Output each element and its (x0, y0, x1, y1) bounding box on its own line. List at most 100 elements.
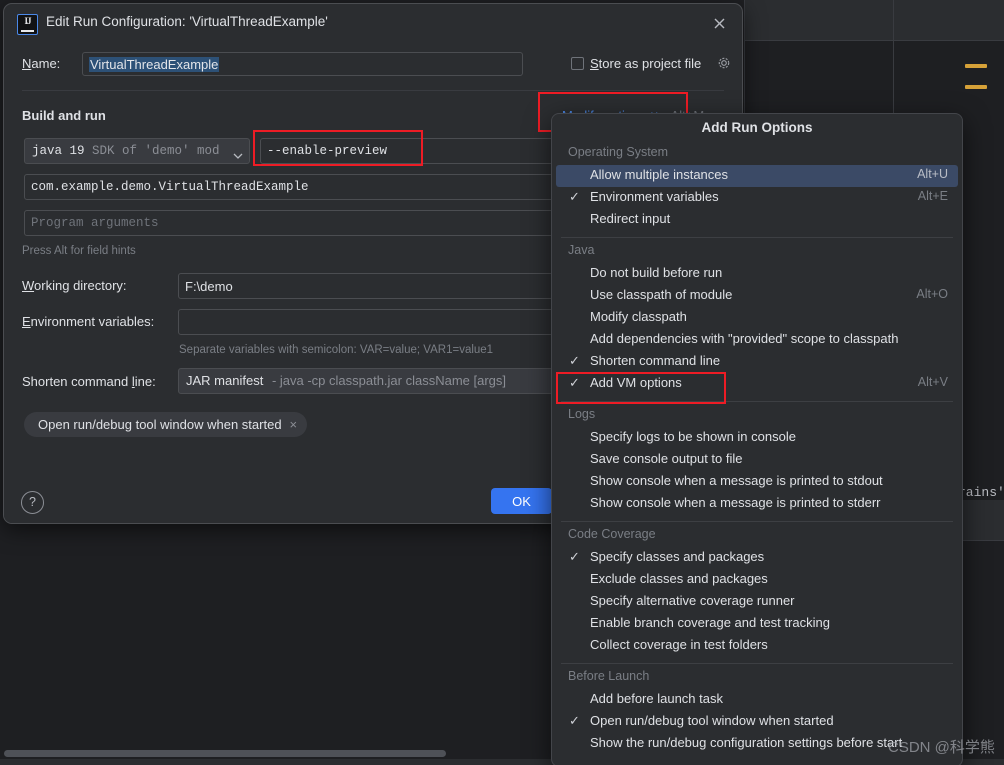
menu-item-specify-logs-to-be-shown-in-console[interactable]: Specify logs to be shown in console (556, 427, 958, 449)
jre-select-value: java 19 (32, 144, 85, 158)
menu-item-add-before-launch-task[interactable]: Add before launch task (556, 689, 958, 711)
add-run-options-popup: Add Run Options Operating System Allow mu… (551, 113, 963, 765)
build-and-run-heading: Build and run (22, 108, 106, 123)
menu-item-do-not-build-before-run[interactable]: Do not build before run (556, 263, 958, 285)
menu-item-label: Shorten command line (590, 353, 721, 368)
program-arguments-placeholder: Program arguments (31, 216, 159, 230)
menu-group-label: Before Launch (568, 669, 650, 683)
menu-item-label: Do not build before run (590, 265, 723, 280)
menu-group-label: Logs (568, 407, 596, 421)
menu-item-label: Save console output to file (590, 451, 743, 466)
check-icon: ✓ (569, 353, 580, 368)
close-icon[interactable]: × (290, 417, 298, 432)
check-icon: ✓ (569, 189, 580, 204)
gear-icon[interactable] (717, 56, 731, 70)
menu-item-modify-classpath[interactable]: Modify classpath (556, 307, 958, 329)
intellij-idea-logo-icon (17, 14, 38, 35)
menu-item-enable-branch-coverage-and-test-tracking[interactable]: Enable branch coverage and test tracking (556, 613, 958, 635)
menu-item-label: Show console when a message is printed t… (590, 473, 883, 488)
menu-item-environment-variables[interactable]: ✓ Environment variables Alt+E (556, 187, 958, 209)
menu-item-specify-classes-and-packages[interactable]: ✓ Specify classes and packages (556, 547, 958, 569)
alt-field-hint: Press Alt for field hints (22, 245, 136, 257)
menu-item-allow-multiple-instances[interactable]: Allow multiple instances Alt+U (556, 165, 958, 187)
menu-item-label: Add VM options (590, 375, 682, 390)
environment-variables-hint: Separate variables with semicolon: VAR=v… (179, 344, 494, 356)
menu-item-exclude-classes-and-packages[interactable]: Exclude classes and packages (556, 569, 958, 591)
menu-item-shortcut: Alt+O (916, 287, 948, 301)
menu-item-label: Redirect input (590, 211, 671, 226)
menu-item-save-console-output-to-file[interactable]: Save console output to file (556, 449, 958, 471)
menu-group-label: Java (568, 243, 595, 257)
ok-button[interactable]: OK (491, 488, 552, 514)
menu-item-label: Specify classes and packages (590, 549, 765, 564)
menu-item-label: Environment variables (590, 189, 719, 204)
menu-item-label: Show console when a message is printed t… (590, 495, 881, 510)
menu-item-label: Add dependencies with "provided" scope t… (590, 331, 899, 346)
form-divider (22, 90, 724, 91)
menu-item-label: Specify logs to be shown in console (590, 429, 796, 444)
menu-item-label: Use classpath of module (590, 287, 733, 302)
popup-divider (561, 663, 953, 664)
warning-marker-2 (965, 85, 987, 89)
main-class-value: com.example.demo.VirtualThreadExample (31, 180, 309, 194)
menu-item-shorten-command-line[interactable]: ✓ Shorten command line (556, 351, 958, 373)
menu-item-shortcut: Alt+E (917, 189, 948, 203)
menu-item-label: Open run/debug tool window when started (590, 713, 834, 728)
menu-item-show-console-when-a-message-is-printed-to-stderr[interactable]: Show console when a message is printed t… (556, 493, 958, 515)
chevron-down-icon[interactable] (233, 147, 243, 159)
check-icon: ✓ (569, 375, 580, 390)
name-input-value: VirtualThreadExample (89, 57, 220, 72)
store-as-project-file-label: Store as project file (590, 56, 702, 71)
menu-item-label: Allow multiple instances (590, 167, 729, 182)
menu-item-specify-alternative-coverage-runner[interactable]: Specify alternative coverage runner (556, 591, 958, 613)
name-label: Name: (22, 56, 61, 71)
popup-title: Add Run Options (701, 120, 813, 135)
menu-group-label: Code Coverage (568, 527, 656, 541)
menu-item-shortcut: Alt+U (917, 167, 948, 181)
popup-divider (561, 521, 953, 522)
menu-item-redirect-input[interactable]: Redirect input (556, 209, 958, 231)
before-launch-chip[interactable]: Open run/debug tool window when started × (24, 412, 308, 437)
menu-item-use-classpath-of-module[interactable]: Use classpath of module Alt+O (556, 285, 958, 307)
ide-top-toolbar (744, 0, 1004, 41)
working-directory-value: F:\demo (185, 279, 233, 294)
working-directory-label: Working directory: (22, 278, 127, 293)
ide-separator-1 (744, 40, 1004, 41)
menu-item-label: Add before launch task (590, 691, 723, 706)
menu-item-label: Enable branch coverage and test tracking (590, 615, 830, 630)
menu-item-add-dependencies-with-provided-scope-to-classpath[interactable]: Add dependencies with "provided" scope t… (556, 329, 958, 351)
menu-item-collect-coverage-in-test-folders[interactable]: Collect coverage in test folders (556, 635, 958, 657)
watermark: CSDN @科学熊 (888, 739, 995, 756)
menu-item-shortcut: Alt+V (917, 375, 948, 389)
editor-hscrollbar-thumb[interactable] (4, 750, 446, 757)
popup-divider (561, 401, 953, 402)
menu-group-label: Operating System (568, 145, 669, 159)
check-icon: ✓ (569, 549, 580, 564)
shorten-command-line-label: Shorten command line: (22, 374, 156, 389)
warning-marker-1 (965, 64, 987, 68)
name-input[interactable]: VirtualThreadExample (82, 52, 523, 76)
editor-code-fragment: rains' (958, 485, 1004, 500)
vm-options-value: --enable-preview (267, 144, 388, 158)
menu-item-add-vm-options[interactable]: ✓ Add VM options Alt+V (556, 373, 958, 395)
menu-item-label: Show the run/debug configuration setting… (590, 735, 903, 750)
popup-divider (561, 237, 953, 238)
menu-item-open-run-debug-tool-window-when-started[interactable]: ✓ Open run/debug tool window when started (556, 711, 958, 733)
environment-variables-label: Environment variables: (22, 314, 155, 329)
help-button[interactable]: ? (21, 491, 44, 514)
dialog-title: Edit Run Configuration: 'VirtualThreadEx… (46, 14, 328, 29)
menu-item-label: Exclude classes and packages (590, 571, 768, 586)
shorten-command-line-value: JAR manifest (186, 373, 264, 388)
before-launch-chip-label: Open run/debug tool window when started (38, 417, 282, 432)
check-icon: ✓ (569, 713, 580, 728)
menu-item-label: Specify alternative coverage runner (590, 593, 795, 608)
close-icon[interactable] (706, 13, 734, 35)
store-as-project-file-checkbox[interactable] (571, 57, 584, 70)
menu-item-label: Collect coverage in test folders (590, 637, 768, 652)
screen: rains' Edit Run Configuration: 'VirtualT… (0, 0, 1004, 765)
jre-select-subtext: SDK of 'demo' mod (92, 144, 220, 158)
menu-item-label: Modify classpath (590, 309, 687, 324)
dialog-titlebar: Edit Run Configuration: 'VirtualThreadEx… (4, 4, 742, 42)
menu-item-show-console-when-a-message-is-printed-to-stdout[interactable]: Show console when a message is printed t… (556, 471, 958, 493)
jre-select[interactable]: java 19 SDK of 'demo' mod (24, 138, 250, 164)
